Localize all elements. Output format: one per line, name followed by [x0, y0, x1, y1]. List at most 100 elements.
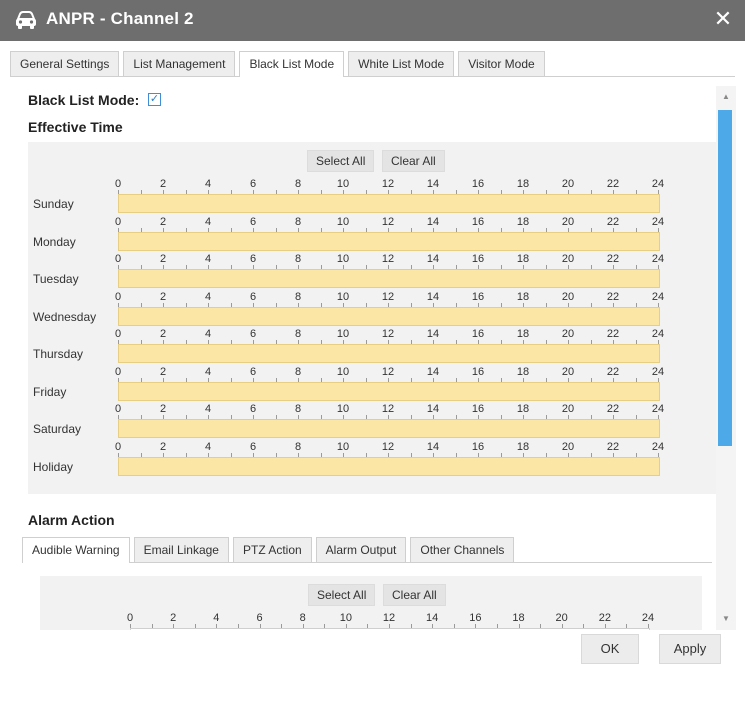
schedule-bar-saturday[interactable]	[118, 419, 660, 438]
hour-tick-label: 8	[294, 403, 302, 415]
hour-tick-label: 22	[606, 440, 620, 453]
hour-tick-label: 4	[204, 365, 212, 378]
hour-tick-label: 6	[249, 440, 257, 453]
hour-tick-label: 22	[606, 365, 620, 378]
hour-tick-label: 20	[561, 403, 575, 415]
vertical-scrollbar[interactable]: ▲ ▼	[716, 86, 736, 630]
tab-white-list-mode[interactable]: White List Mode	[348, 51, 455, 76]
hour-tick-label: 0	[114, 328, 122, 340]
tab-black-list-mode[interactable]: Black List Mode	[239, 51, 345, 77]
hour-tick-label: 10	[336, 178, 350, 190]
hour-tick-label: 18	[516, 215, 530, 228]
hour-tick-label: 10	[336, 253, 350, 265]
hour-tick-label: 0	[114, 403, 122, 415]
day-label-holiday: Holiday	[33, 459, 74, 474]
hour-tick-label: 0	[114, 290, 122, 303]
tab-divider	[10, 76, 735, 77]
black-list-mode-checkbox[interactable]: ✓	[148, 93, 161, 106]
title-bar: ANPR - Channel 2 ✕	[0, 0, 745, 41]
hour-tick-label: 24	[651, 253, 665, 265]
hour-tick-label: 8	[294, 178, 302, 190]
alarm-tab-email-linkage[interactable]: Email Linkage	[133, 537, 229, 562]
hour-tick-label: 20	[561, 440, 575, 453]
schedule-bar-sunday[interactable]	[118, 194, 660, 213]
hour-tick-label: 24	[651, 365, 665, 378]
hour-tick-label: 0	[114, 440, 122, 453]
day-label-tuesday: Tuesday	[33, 272, 79, 286]
apply-button[interactable]: Apply	[659, 634, 721, 664]
alarm-tab-other-channels[interactable]: Other Channels	[410, 537, 515, 562]
clear-all-button[interactable]: Clear All	[382, 150, 445, 172]
alarm-schedule: Select All Clear All 0 2 4 6 8 10 12 14 16 18 20 22…	[40, 576, 702, 630]
hour-tick-label: 22	[606, 403, 620, 415]
scrollbar-thumb[interactable]	[718, 110, 732, 446]
hour-tick-label: 24	[651, 290, 665, 303]
day-label-friday: Friday	[33, 384, 67, 399]
alarm-tab-audible-warning[interactable]: Audible Warning	[22, 537, 130, 563]
hour-tick-label: 22	[606, 215, 620, 228]
hour-tick-label: 8	[294, 290, 302, 303]
hour-tick-label: 8	[294, 365, 302, 378]
black-list-mode-label: Black List Mode:	[28, 92, 140, 108]
close-icon[interactable]: ✕	[711, 7, 735, 31]
hour-tick-label: 8	[294, 328, 302, 340]
day-label-wednesday: Wednesday	[33, 309, 97, 324]
alarm-clear-all-button[interactable]: Clear All	[383, 584, 446, 606]
tab-general-settings[interactable]: General Settings	[10, 51, 120, 76]
alarm-tab-ptz-action[interactable]: PTZ Action	[232, 537, 312, 562]
hour-tick-label: 2	[159, 215, 167, 228]
hour-tick-label: 16	[471, 178, 485, 190]
hour-tick-label: 18	[516, 440, 530, 453]
hour-tick-label: 16	[471, 440, 485, 453]
hour-tick-label: 14	[426, 403, 440, 415]
hour-tick-label: 6	[256, 612, 263, 624]
hour-tick-label: 8	[294, 253, 302, 265]
tab-visitor-mode[interactable]: Visitor Mode	[458, 51, 545, 76]
hour-tick-label: 12	[381, 328, 395, 340]
hour-tick-label: 10	[336, 440, 350, 453]
scroll-down-icon[interactable]: ▼	[722, 614, 730, 623]
hour-tick-label: 2	[159, 178, 167, 190]
alarm-tab-alarm-output[interactable]: Alarm Output	[315, 537, 407, 562]
hour-tick-label: 14	[426, 253, 440, 265]
select-all-button[interactable]: Select All	[307, 150, 375, 172]
schedule-bar-friday[interactable]	[118, 381, 660, 401]
day-label-thursday: Thursday	[33, 347, 84, 361]
hour-tick-label: 24	[651, 178, 665, 190]
hour-tick-label: 6	[249, 328, 257, 340]
tab-list-management[interactable]: List Management	[123, 51, 236, 76]
schedule-bar-wednesday[interactable]	[118, 306, 660, 326]
hour-tick-label: 2	[159, 290, 167, 303]
hour-tick-label: 12	[381, 365, 395, 378]
hour-tick-label: 24	[651, 215, 665, 228]
alarm-select-all-button[interactable]: Select All	[308, 584, 376, 606]
schedule-bar-holiday[interactable]	[118, 456, 660, 476]
hour-tick-label: 0	[126, 612, 134, 624]
car-icon	[16, 11, 36, 29]
hour-tick-label: 24	[651, 328, 665, 340]
hour-tick-label: 4	[204, 253, 212, 265]
hour-tick-label: 4	[213, 612, 220, 624]
hour-tick-label: 12	[381, 178, 395, 190]
schedule-bar-thursday[interactable]	[118, 344, 660, 363]
main-tabs: General Settings List Management Black Lis…	[10, 51, 549, 77]
hour-tick-label: 18	[516, 403, 530, 415]
hour-tick-label: 12	[381, 253, 395, 265]
hour-tick-label: 14	[426, 215, 440, 228]
ok-button[interactable]: OK	[581, 634, 639, 664]
alarm-action-title: Alarm Action	[28, 512, 115, 528]
schedule-bar-sunday[interactable]	[130, 628, 650, 630]
hour-tick-label: 4	[204, 403, 212, 415]
scroll-up-icon[interactable]: ▲	[722, 92, 730, 101]
hour-tick-label: 12	[381, 440, 395, 453]
hour-tick-label: 24	[651, 403, 665, 415]
hour-tick-label: 6	[249, 290, 257, 303]
hour-tick-label: 18	[516, 253, 530, 265]
effective-time-title: Effective Time	[28, 119, 123, 135]
schedule-bar-monday[interactable]	[118, 231, 660, 251]
hour-tick-label: 6	[249, 253, 257, 265]
hour-tick-label: 18	[516, 290, 530, 303]
hour-tick-label: 12	[381, 403, 395, 415]
schedule-bar-tuesday[interactable]	[118, 269, 660, 288]
hour-tick-label: 10	[336, 328, 350, 340]
